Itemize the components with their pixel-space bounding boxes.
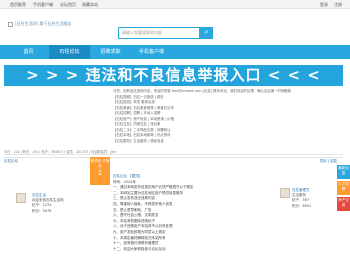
section-title[interactable]: 石柱论坛 — [4, 158, 18, 164]
user-score: 积分：5678 — [32, 208, 52, 213]
section-bar: 石柱论坛 发帖 | 回复 — [4, 157, 343, 163]
site-header: [石柱生活网] 属于石柱生活服务 请输入您要搜索的内容 ⌕ — [0, 9, 350, 42]
main-nav: 首页 石柱论坛 招聘求职 手机客户端 — [0, 45, 350, 59]
top-link-forum[interactable]: 论坛首页 — [60, 0, 76, 9]
forum-post: 石柱论坛 【置顶】 时间：2024年 一、通过本网发布信息的用户必须严格遵守以下… — [113, 174, 273, 263]
top-link-app[interactable]: 手机客户端 — [33, 0, 53, 9]
info-row[interactable]: 【石柱服务】生活服务 | 便民信息 — [113, 139, 345, 145]
forum-stats: 今日：102 | 昨日：161 | 帖子：305627 | 会员：201757 … — [4, 149, 343, 155]
search-button[interactable]: ⌕ — [200, 27, 213, 39]
side-button-latest[interactable]: 最新回复 — [337, 165, 350, 179]
search-icon: ⌕ — [204, 28, 209, 36]
post-line: 十二、欢迎大家积极参与论坛互动 — [113, 246, 166, 251]
section-actions[interactable]: 发帖 | 回复 — [320, 158, 337, 164]
top-link-favorite[interactable]: 收藏本站 — [82, 0, 98, 9]
avatar[interactable] — [16, 193, 26, 203]
featured-badge[interactable]: 精华帖 子版块 1 — [90, 157, 110, 185]
site-logo[interactable]: [石柱生活网] 属于石柱生活服务 — [8, 19, 74, 28]
login-link[interactable]: 登录 — [320, 0, 328, 9]
top-link-home[interactable]: 首页推荐 — [10, 0, 26, 9]
badge-rank: 1 — [97, 169, 103, 177]
avatar[interactable] — [280, 188, 290, 198]
register-link[interactable]: 注册 — [334, 0, 342, 9]
user-score: 积分：8901 — [292, 203, 312, 208]
top-bar: 首页推荐 手机客户端 论坛首页 收藏本站 登录 注册 — [0, 0, 350, 9]
broken-image-icon — [8, 21, 13, 27]
badge-label: 精华帖 子版块 — [90, 159, 110, 168]
report-banner[interactable]: > > > 违法和不良信息举报入口 < < < — [4, 65, 343, 86]
nav-item-forum[interactable]: 石柱论坛 — [49, 45, 90, 59]
logo-alt-text: [石柱生活网] 属于石柱生活服务 — [15, 21, 72, 26]
search-input[interactable]: 请输入您要搜索的内容 — [118, 27, 200, 39]
nav-item-jobs[interactable]: 招聘求职 — [90, 45, 131, 59]
nav-item-app[interactable]: 手机客户端 — [131, 45, 172, 59]
nav-item-home[interactable]: 首页 — [8, 45, 49, 59]
user-card-right: 石柱管理员 生活服务 帖子：567 积分：8901 — [280, 186, 340, 210]
user-card-left: 石柱生活 欢迎来到石柱生活网 帖子：1234 积分：5678 — [4, 190, 109, 220]
forum-info-block: 为您，如有违法违规内容，请及时举报 free@shmed.com [石柱] 联系… — [113, 89, 345, 147]
